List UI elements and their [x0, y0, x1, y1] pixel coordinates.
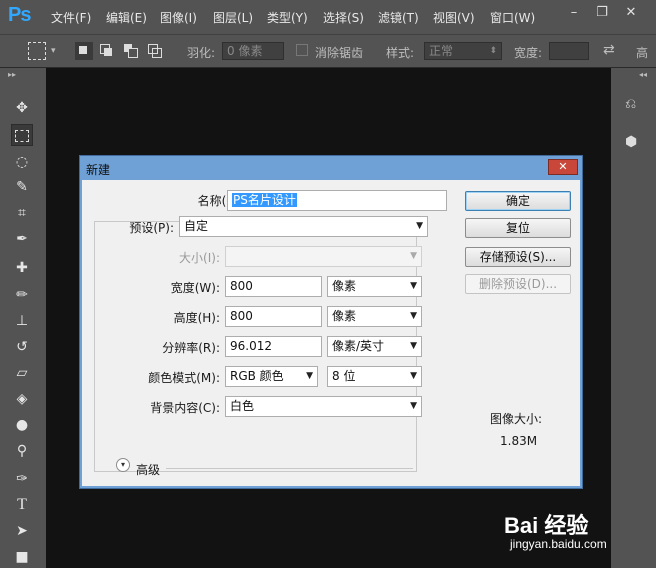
height-input[interactable]: 800 — [225, 306, 322, 327]
color-mode-select[interactable]: RGB 颜色 ▼ — [225, 366, 318, 387]
size-select: ▼ — [225, 246, 422, 267]
subtract-from-selection-icon[interactable] — [122, 42, 140, 60]
chevron-down-icon: ⬍ — [489, 46, 497, 56]
history-brush-icon[interactable]: ↺ — [11, 336, 33, 358]
ok-button[interactable]: 确定 — [465, 191, 571, 211]
height-label: 高度(H): — [173, 311, 220, 325]
chevron-down-icon: ▼ — [410, 401, 417, 411]
preset-label: 预设(P): — [129, 221, 174, 235]
chevron-down-icon: ▼ — [410, 371, 417, 381]
eraser-tool-icon[interactable]: ▱ — [11, 362, 33, 384]
style-label: 样式: — [386, 46, 415, 60]
width-input[interactable] — [549, 42, 589, 60]
menu-window[interactable]: 窗口(W) — [490, 9, 535, 26]
width-label: 宽度: — [514, 46, 543, 60]
blur-tool-icon[interactable]: ● — [11, 414, 33, 436]
dialog-body: 名称(N): PS名片设计 预设(P): 自定 ▼ 大小(I): ▼ 宽度(W):… — [82, 180, 580, 486]
advanced-label[interactable]: 高级 — [136, 461, 160, 478]
swap-icon[interactable]: ⇄ — [603, 42, 615, 58]
reset-button[interactable]: 复位 — [465, 218, 571, 238]
size-label: 大小(I): — [179, 251, 220, 265]
eyedropper-icon[interactable]: ✒ — [11, 228, 33, 250]
width-input[interactable]: 800 — [225, 276, 322, 297]
rectangle-tool-icon[interactable]: ■ — [11, 546, 33, 568]
restore-button[interactable]: ❐ — [591, 5, 613, 21]
baidu-watermark-logo: Bai 经验 — [504, 513, 589, 538]
feather-input[interactable]: 0 像素 — [222, 42, 284, 60]
height-label: 高 — [636, 46, 649, 60]
marquee-tool-icon[interactable] — [28, 42, 46, 60]
menu-bar: Ps 文件(F) 编辑(E) 图像(I) 图层(L) 类型(Y) 选择(S) 滤… — [0, 0, 656, 34]
menu-filter[interactable]: 滤镜(T) — [378, 9, 419, 26]
menu-edit[interactable]: 编辑(E) — [106, 9, 147, 26]
new-selection-icon[interactable] — [75, 42, 93, 60]
divider — [166, 468, 413, 469]
move-tool-icon[interactable]: ✥ — [11, 97, 33, 119]
stamp-tool-icon[interactable]: ⊥ — [11, 310, 33, 332]
width-label: 宽度(W): — [170, 281, 220, 295]
paint-bucket-icon[interactable]: ◈ — [11, 388, 33, 410]
menu-layer[interactable]: 图层(L) — [213, 9, 253, 26]
quick-selection-icon[interactable]: ✎ — [11, 176, 33, 198]
menu-view[interactable]: 视图(V) — [433, 9, 475, 26]
expand-icon[interactable]: ◂◂ — [639, 70, 647, 79]
watermark-url: jingyan.baidu.com — [510, 537, 607, 551]
resolution-input[interactable]: 96.012 — [225, 336, 322, 357]
tool-preset-chevron-icon[interactable]: ▾ — [51, 46, 56, 56]
options-bar: ▾ 羽化: 0 像素 消除锯齿 样式: 正常 ⬍ 宽度: ⇄ 高 — [0, 34, 656, 68]
menu-image[interactable]: 图像(I) — [160, 9, 197, 26]
height-unit-select[interactable]: 像素 ▼ — [327, 306, 422, 327]
right-panel-dock: ◂◂ ⎌ ⬢ — [611, 68, 656, 568]
3d-panel-icon[interactable]: ⬢ — [625, 134, 637, 150]
style-select[interactable]: 正常 ⬍ — [424, 42, 502, 60]
close-window-button[interactable]: ✕ — [620, 5, 642, 21]
tools-panel: ▸▸ ✥ ◌ ✎ ⌗ ✒ ✚ ✏ ⊥ ↺ ▱ ◈ ● ⚲ ✑ T ➤ ■ — [0, 68, 46, 568]
collapse-icon[interactable]: ▸▸ — [8, 70, 16, 79]
dialog-title: 新建 — [86, 163, 111, 177]
preset-select[interactable]: 自定 ▼ — [179, 216, 428, 237]
bit-depth-select[interactable]: 8 位 ▼ — [327, 366, 422, 387]
image-size-value: 1.83M — [500, 434, 538, 448]
type-tool-icon[interactable]: T — [11, 494, 33, 516]
image-size-label: 图像大小: — [490, 412, 543, 426]
healing-brush-icon[interactable]: ✚ — [11, 257, 33, 279]
chevron-down-icon: ▼ — [410, 341, 417, 351]
antialias-label: 消除锯齿 — [315, 46, 364, 60]
marquee-tool-icon[interactable] — [11, 124, 33, 146]
chevron-down-icon: ▼ — [416, 221, 423, 231]
chevron-down-icon: ▼ — [410, 311, 417, 321]
photoshop-logo: Ps — [8, 4, 31, 26]
chevron-down-icon: ▼ — [306, 371, 313, 381]
width-unit-select[interactable]: 像素 ▼ — [327, 276, 422, 297]
new-document-dialog: 新建 ✕ 名称(N): PS名片设计 预设(P): 自定 ▼ 大小(I): ▼ 宽… — [79, 155, 583, 489]
resolution-unit-select[interactable]: 像素/英寸 ▼ — [327, 336, 422, 357]
resolution-label: 分辨率(R): — [162, 341, 220, 355]
dodge-tool-icon[interactable]: ⚲ — [11, 440, 33, 462]
menu-file[interactable]: 文件(F) — [51, 9, 91, 26]
lasso-tool-icon[interactable]: ◌ — [11, 151, 33, 173]
chevron-down-icon: ▼ — [410, 281, 417, 291]
menu-select[interactable]: 选择(S) — [323, 9, 364, 26]
minimize-button[interactable]: – — [563, 5, 585, 21]
save-preset-button[interactable]: 存储预设(S)... — [465, 247, 571, 267]
chevron-down-icon: ▼ — [410, 251, 417, 261]
antialias-checkbox[interactable] — [296, 44, 308, 56]
expand-advanced-icon[interactable]: ▾ — [116, 458, 130, 472]
color-mode-label: 颜色模式(M): — [148, 371, 220, 385]
background-contents-select[interactable]: 白色 ▼ — [225, 396, 422, 417]
delete-preset-button: 删除预设(D)... — [465, 274, 571, 294]
crop-tool-icon[interactable]: ⌗ — [11, 202, 33, 224]
name-input[interactable]: PS名片设计 — [227, 190, 447, 211]
dialog-close-button[interactable]: ✕ — [548, 159, 578, 175]
history-panel-icon[interactable]: ⎌ — [625, 96, 636, 112]
intersect-selection-icon[interactable] — [146, 42, 164, 60]
background-contents-label: 背景内容(C): — [150, 401, 220, 415]
add-to-selection-icon[interactable] — [98, 42, 116, 60]
brush-tool-icon[interactable]: ✏ — [11, 284, 33, 306]
feather-label: 羽化: — [187, 46, 216, 60]
path-selection-icon[interactable]: ➤ — [11, 520, 33, 542]
pen-tool-icon[interactable]: ✑ — [11, 468, 33, 490]
menu-type[interactable]: 类型(Y) — [267, 9, 308, 26]
